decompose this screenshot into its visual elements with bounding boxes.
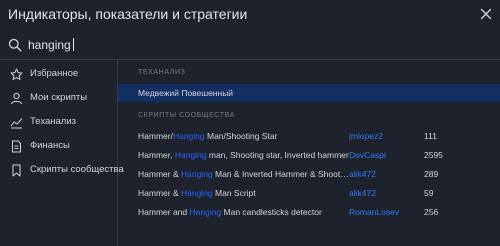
likes-count: 289	[424, 169, 439, 179]
star-icon	[10, 68, 23, 81]
search-match-highlight: Hanging	[172, 131, 205, 141]
bookmark-icon	[10, 164, 23, 177]
title-bar: Индикаторы, показатели и стратегии	[0, 0, 500, 30]
search-match-highlight: Hanging	[180, 188, 213, 198]
sidebar-item-label: Финансы	[30, 140, 70, 151]
script-name: Hammer and Hanging Man candlesticks dete…	[138, 207, 322, 217]
user-icon	[10, 92, 23, 105]
sidebar-item-label: Скрипты сообщества	[30, 164, 124, 175]
section-header-technicals: ТЕХАНАЛИЗ	[138, 69, 186, 76]
section-header-community: СКРИПТЫ СООБЩЕСТВА	[138, 112, 235, 119]
sidebar-item-technicals[interactable]: Теханализ	[0, 111, 117, 135]
script-name: Hammer/Hanging Man/Shooting Star	[138, 131, 278, 141]
sidebar-item-label: Избранное	[30, 68, 79, 79]
table-row[interactable]: Hammer/Hanging Man/Shooting Star jmlopez…	[118, 127, 500, 145]
sidebar-item-label: Теханализ	[30, 116, 77, 127]
script-name: Hammer & Hanging Man & Inverted Hammer &…	[138, 169, 350, 179]
search-input[interactable]	[28, 36, 488, 54]
script-name: Hammer, Hanging man, Shooting star, Inve…	[138, 150, 349, 160]
script-name: Hammer & Hanging Man Script	[138, 188, 256, 198]
author-link[interactable]: alik472	[349, 188, 419, 198]
search-match-highlight: Hanging	[180, 169, 213, 179]
author-link[interactable]: alik472	[349, 169, 419, 179]
table-row[interactable]: Hammer, Hanging man, Shooting star, Inve…	[118, 146, 500, 164]
category-sidebar: Избранное Мои скрипты Теханализ Финансы …	[0, 60, 124, 246]
sidebar-item-favorites[interactable]: Избранное	[0, 63, 117, 87]
search-match-highlight: Hanging	[174, 150, 207, 160]
author-link[interactable]: DovCaspi	[349, 150, 419, 160]
likes-count: 59	[424, 188, 434, 198]
table-row[interactable]: Hammer & Hanging Man & Inverted Hammer &…	[118, 165, 500, 183]
close-icon[interactable]	[478, 6, 494, 22]
sidebar-item-label: Мои скрипты	[30, 92, 88, 103]
script-name: Медвежий Повешенный	[138, 88, 234, 98]
document-icon	[10, 140, 23, 153]
likes-count: 256	[424, 207, 439, 217]
sidebar-item-my-scripts[interactable]: Мои скрипты	[0, 87, 117, 111]
sidebar-item-financials[interactable]: Финансы	[0, 135, 117, 159]
chart-line-icon	[10, 116, 23, 129]
search-match-highlight: Hanging	[189, 207, 222, 217]
result-row-selected[interactable]: Медвежий Повешенный	[118, 84, 500, 102]
search-bar	[0, 33, 500, 60]
author-link[interactable]: jmlopez2	[349, 131, 419, 141]
likes-count: 2595	[424, 150, 443, 160]
sidebar-item-community-scripts[interactable]: Скрипты сообщества	[0, 159, 124, 183]
author-link[interactable]: RomanLosev	[349, 207, 419, 217]
text-caret	[73, 38, 74, 51]
likes-count: 111	[424, 131, 437, 141]
dialog-title: Индикаторы, показатели и стратегии	[8, 6, 248, 22]
table-row[interactable]: Hammer & Hanging Man Script alik472 59	[118, 184, 500, 202]
results-panel: ТЕХАНАЛИЗ Медвежий Повешенный СКРИПТЫ СО…	[118, 60, 500, 246]
search-icon	[8, 38, 22, 52]
indicators-dialog: Индикаторы, показатели и стратегии Избра…	[0, 0, 500, 246]
table-row[interactable]: Hammer and Hanging Man candlesticks dete…	[118, 203, 500, 221]
